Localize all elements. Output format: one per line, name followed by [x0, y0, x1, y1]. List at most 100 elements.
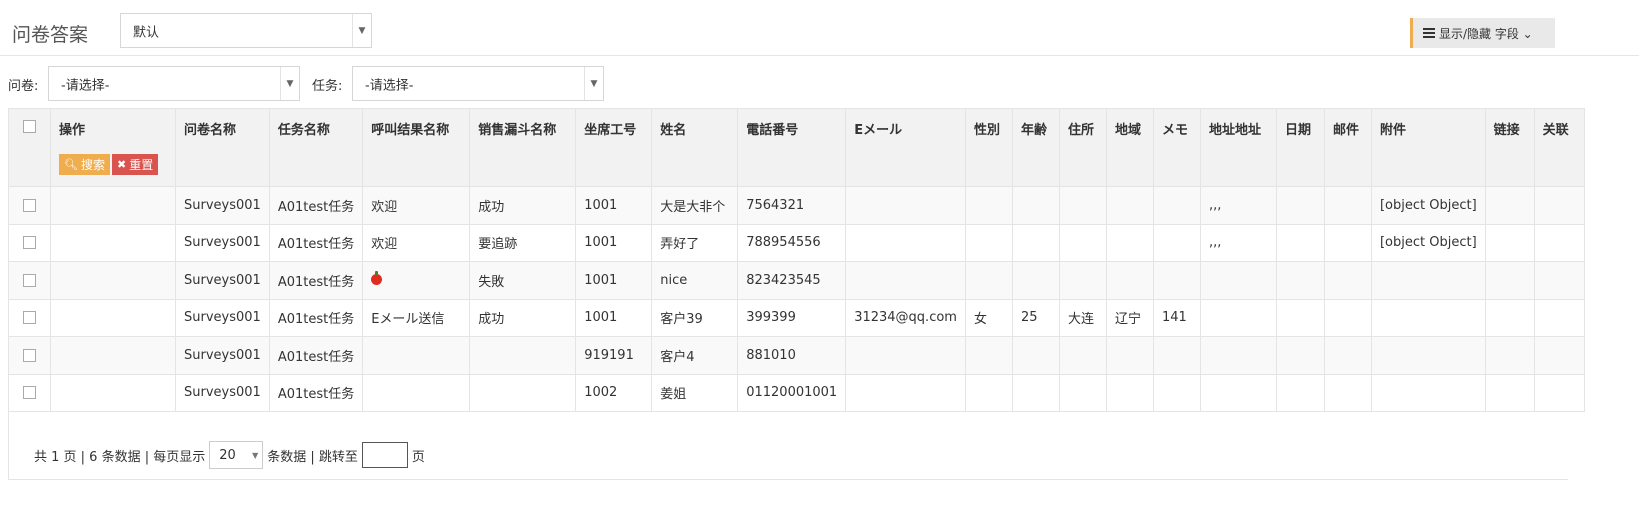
table-cell: 399399 [737, 298, 847, 337]
column-header[interactable]: 问卷名称 [175, 108, 270, 187]
table-cell: 欢迎 [362, 223, 471, 262]
column-header[interactable]: 链接 [1484, 108, 1535, 187]
close-icon: ✖ [116, 158, 127, 171]
column-header[interactable]: 姓名 [651, 108, 739, 187]
row-op-cell [50, 223, 176, 262]
task-filter-label: 任务: [312, 79, 343, 94]
table-cell [1275, 336, 1325, 375]
table-row: Surveys001 A01test任务 失敗 1001 nice 823423545 [8, 261, 1585, 300]
table-cell: Eメール送信 [362, 298, 471, 337]
table-row: Surveys001 A01test任务 欢迎 成功 1001 大是大非个 7564321,… [8, 186, 1585, 225]
toggle-fields-label: 显示/隐藏 字段 ⌄ [1439, 26, 1533, 41]
column-header[interactable]: 地址地址 [1199, 108, 1277, 187]
table-cell [1011, 261, 1060, 300]
table-cell: 大连 [1058, 298, 1107, 337]
apple-icon [371, 270, 383, 285]
column-header[interactable]: メモ [1152, 108, 1201, 187]
table-cell [1011, 336, 1060, 375]
column-header[interactable]: 地域 [1105, 108, 1154, 187]
table-cell [1152, 223, 1201, 262]
column-header[interactable]: 住所 [1058, 108, 1107, 187]
row-checkbox[interactable] [23, 236, 36, 250]
page-size-select[interactable]: 20 ▼ [209, 441, 264, 469]
column-header[interactable]: 销售漏斗名称 [469, 108, 577, 187]
table-cell: ,,, [1199, 186, 1277, 225]
column-header[interactable]: 日期 [1275, 108, 1325, 187]
table-cell: 919191 [575, 336, 653, 375]
table-cell [1323, 336, 1372, 375]
table-cell [964, 261, 1013, 300]
table-cell [1058, 261, 1107, 300]
table-cell [1275, 298, 1325, 337]
table-cell [1484, 261, 1535, 300]
table-cell [1199, 298, 1277, 337]
row-select-cell [8, 223, 51, 262]
table-cell [1370, 373, 1486, 412]
row-op-cell [50, 336, 176, 375]
table-cell: 女 [964, 298, 1013, 337]
column-header[interactable]: Eメール [845, 108, 966, 187]
table-cell: Surveys001 [175, 261, 270, 300]
toggle-fields-button[interactable]: 显示/隐藏 字段 ⌄ [1410, 18, 1555, 48]
table-cell: Surveys001 [175, 298, 270, 337]
column-header[interactable]: 年齢 [1011, 108, 1060, 187]
chevron-down-icon: ▼ [584, 67, 603, 100]
table-cell: 弄好了 [651, 223, 739, 262]
row-select-cell [8, 298, 51, 337]
pagination: 共 1 页 | 6 条数据 | 每页显示 20 ▼ 条数据 | 跳转至 页 [34, 441, 425, 469]
table-cell [1533, 223, 1585, 262]
column-header[interactable]: 坐席工号 [575, 108, 653, 187]
row-checkbox[interactable] [23, 273, 36, 287]
table-cell [1011, 373, 1060, 412]
table-cell [845, 223, 966, 262]
table-row: Surveys001 A01test任务 919191 客户4 881010 [8, 336, 1585, 375]
column-header[interactable]: 邮件 [1323, 108, 1372, 187]
chevron-down-icon: ▼ [252, 451, 259, 460]
page-size-value: 20 [219, 448, 236, 463]
table-cell [964, 223, 1013, 262]
table-cell: [object Object] [1370, 223, 1486, 262]
table-cell [1199, 261, 1277, 300]
task-filter-select[interactable]: -请选择- ▼ [352, 66, 604, 101]
list-icon [1423, 26, 1435, 40]
row-checkbox[interactable] [23, 311, 36, 325]
table-cell: 大是大非个 [651, 186, 739, 225]
row-checkbox[interactable] [23, 386, 36, 400]
chevron-down-icon: ▼ [352, 14, 371, 47]
jump-page-input[interactable] [361, 442, 408, 468]
reset-button[interactable]: ✖ 重置 [111, 154, 159, 175]
table-cell: 成功 [469, 298, 577, 337]
table-cell: 1001 [575, 186, 653, 225]
table-cell [362, 261, 471, 300]
survey-filter-select[interactable]: -请选择- ▼ [48, 66, 300, 101]
table-cell [1484, 373, 1535, 412]
row-checkbox[interactable] [23, 348, 36, 362]
column-header[interactable]: 電話番号 [737, 108, 847, 187]
select-all-cell [8, 108, 51, 187]
table-cell: 成功 [469, 186, 577, 225]
column-header[interactable]: 呼叫结果名称 [362, 108, 471, 187]
table-cell: 欢迎 [362, 186, 471, 225]
table-row: Surveys001 A01test任务 Eメール送信 成功 1001 客户39 39939… [8, 298, 1585, 337]
table-cell: 881010 [737, 336, 847, 375]
survey-filter-value: -请选择- [61, 78, 110, 93]
column-header[interactable]: 任务名称 [268, 108, 364, 187]
search-button[interactable]: 🔍︎ 搜索 [59, 154, 110, 175]
table-cell [964, 186, 1013, 225]
header-divider [0, 55, 1639, 56]
table-cell: Surveys001 [175, 373, 270, 412]
column-header[interactable]: 附件 [1370, 108, 1486, 187]
column-header[interactable]: 性別 [964, 108, 1013, 187]
table-cell [1533, 373, 1585, 412]
column-header[interactable]: 关联 [1533, 108, 1585, 187]
table-cell [1058, 373, 1107, 412]
view-select[interactable]: 默认 ▼ [120, 13, 372, 48]
table-cell [1323, 373, 1372, 412]
table-cell [1484, 186, 1535, 225]
row-checkbox[interactable] [23, 198, 36, 212]
chevron-down-icon: ▼ [280, 67, 299, 100]
row-select-cell [8, 336, 51, 375]
table-cell [964, 336, 1013, 375]
table-cell [1533, 298, 1585, 337]
select-all-checkbox[interactable] [23, 120, 36, 133]
